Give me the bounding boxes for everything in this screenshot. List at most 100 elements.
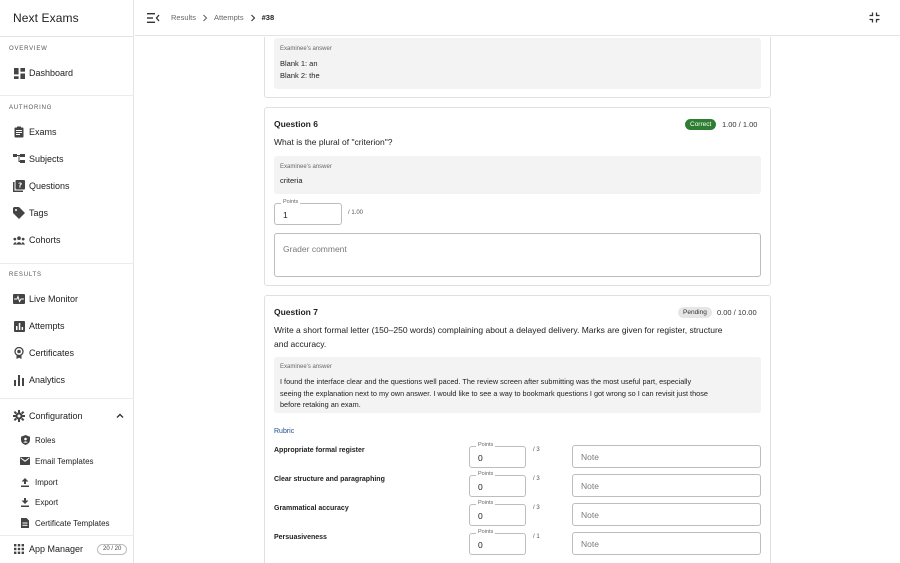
- sidebar-item-import[interactable]: Import: [20, 474, 58, 490]
- question-title: Question 7: [274, 307, 318, 317]
- note-placeholder: Note: [581, 510, 599, 520]
- status-badge-correct: Correct: [685, 119, 717, 130]
- note-placeholder: Note: [581, 452, 599, 462]
- points-value: 0: [478, 540, 483, 550]
- sidebar-item-label: Exams: [29, 127, 57, 137]
- exit-fullscreen-icon[interactable]: [869, 12, 880, 23]
- sidebar-item-attempts[interactable]: Attempts: [13, 318, 65, 334]
- answer-line: Blank 2: the: [280, 71, 320, 80]
- breadcrumb: Results Attempts #38: [171, 13, 274, 22]
- question-prompt: What is the plural of "criterion"?: [274, 137, 393, 147]
- answer-label: Examinee's answer: [280, 364, 332, 370]
- answer-label: Examinee's answer: [280, 164, 332, 170]
- rubric-note-field[interactable]: Note: [572, 532, 761, 555]
- points-label: Points: [476, 471, 496, 477]
- sidebar-item-label: Cohorts: [29, 235, 61, 245]
- question-prompt: Write a short formal letter (150–250 wor…: [274, 325, 723, 335]
- chevron-right-icon: [203, 14, 208, 21]
- sidebar: Next Exams OVERVIEW Dashboard AUTHORING …: [0, 0, 134, 563]
- sidebar-item-label: Certificates: [29, 348, 75, 358]
- groups-icon: [13, 234, 25, 246]
- breadcrumb-current: #38: [261, 13, 275, 22]
- grid-icon: [13, 543, 25, 555]
- section-label-results: RESULTS: [9, 272, 42, 278]
- analytics-icon: [13, 374, 25, 386]
- sidebar-item-export[interactable]: Export: [20, 494, 58, 510]
- grader-comment-field[interactable]: Grader comment: [274, 233, 761, 277]
- section-divider: [0, 95, 134, 96]
- bar-chart-icon: [13, 320, 25, 332]
- rubric-note-field[interactable]: Note: [572, 445, 761, 468]
- answer-label: Examinee's answer: [280, 46, 332, 52]
- answer-text: criteria: [280, 176, 303, 185]
- dashboard-icon: [13, 67, 25, 79]
- sidebar-item-dashboard[interactable]: Dashboard: [13, 65, 73, 81]
- app-manager-count-badge: 20 / 20: [97, 544, 128, 555]
- breadcrumb-results[interactable]: Results: [171, 13, 196, 22]
- rubric-heading: Rubric: [274, 428, 295, 435]
- sidebar-item-label: Certificate Templates: [35, 518, 110, 528]
- sidebar-item-label: Export: [35, 497, 59, 507]
- rubric-criterion: Persuasiveness: [274, 534, 327, 541]
- sidebar-item-questions[interactable]: ? Questions: [13, 178, 70, 194]
- sidebar-item-label: Dashboard: [29, 68, 74, 78]
- answer-box: Examinee's answer Blank 1: an Blank 2: t…: [274, 38, 761, 89]
- rubric-criterion: Grammatical accuracy: [274, 505, 349, 512]
- points-label: Points: [476, 442, 496, 448]
- question-card-7: Question 7 Pending 0.00 / 10.00 Write a …: [264, 295, 771, 563]
- sidebar-item-label: Email Templates: [35, 456, 94, 466]
- sidebar-item-exams[interactable]: Exams: [13, 124, 57, 140]
- quiz-icon: ?: [13, 180, 25, 192]
- sidebar-item-label: Live Monitor: [29, 294, 79, 304]
- rubric-points-input[interactable]: Points 0: [469, 471, 526, 497]
- rubric-criterion: Clear structure and paragraphing: [274, 476, 385, 483]
- question-prompt: and accuracy.: [274, 339, 327, 349]
- svg-text:?: ?: [18, 182, 22, 190]
- sidebar-item-label: Configuration: [29, 411, 83, 421]
- sidebar-item-cohorts[interactable]: Cohorts: [13, 232, 61, 248]
- sidebar-item-label: Subjects: [29, 154, 64, 164]
- points-value: 0: [478, 482, 483, 492]
- grader-comment-placeholder: Grader comment: [283, 244, 347, 254]
- shield-icon: [20, 435, 30, 445]
- rubric-note-field[interactable]: Note: [572, 474, 761, 497]
- points-value: 1: [283, 210, 288, 220]
- sidebar-item-email-templates[interactable]: Email Templates: [20, 453, 94, 469]
- answer-box: Examinee's answer criteria: [274, 156, 761, 194]
- sidebar-item-analytics[interactable]: Analytics: [13, 372, 65, 388]
- sidebar-item-subjects[interactable]: Subjects: [13, 151, 64, 167]
- rubric-note-field[interactable]: Note: [572, 503, 761, 526]
- sidebar-item-live-monitor[interactable]: Live Monitor: [13, 291, 78, 307]
- section-label-authoring: AUTHORING: [9, 105, 53, 111]
- sidebar-item-label: App Manager: [29, 544, 84, 554]
- sidebar-item-certificates[interactable]: Certificates: [13, 345, 74, 361]
- points-value: 0: [478, 511, 483, 521]
- sidebar-item-label: Import: [35, 477, 58, 487]
- chevron-right-icon: [250, 14, 255, 21]
- section-divider: [0, 535, 134, 536]
- question-score: 0.00 / 10.00: [717, 308, 757, 317]
- points-label: Points: [281, 199, 301, 205]
- sidebar-item-configuration[interactable]: Configuration: [13, 408, 83, 424]
- sidebar-item-app-manager[interactable]: App Manager: [13, 541, 83, 557]
- note-placeholder: Note: [581, 481, 599, 491]
- question-title: Question 6: [274, 119, 318, 129]
- breadcrumb-attempts[interactable]: Attempts: [214, 13, 244, 22]
- answer-line: Blank 1: an: [280, 59, 318, 68]
- clipboard-icon: [13, 126, 25, 138]
- chevron-up-icon[interactable]: [115, 411, 125, 421]
- points-label: Points: [476, 529, 496, 535]
- sidebar-item-tags[interactable]: Tags: [13, 205, 48, 221]
- sidebar-item-certificate-templates[interactable]: Certificate Templates: [20, 515, 110, 531]
- menu-collapse-icon[interactable]: [147, 12, 160, 24]
- rubric-points-input[interactable]: Points 0: [469, 500, 526, 526]
- points-input[interactable]: Points 1: [274, 199, 342, 225]
- rubric-points-input[interactable]: Points 0: [469, 529, 526, 555]
- main-content: Examinee's answer Blank 1: an Blank 2: t…: [135, 37, 900, 563]
- question-card-6: Question 6 Correct 1.00 / 1.00 What is t…: [264, 107, 771, 286]
- rubric-points-input[interactable]: Points 0: [469, 442, 526, 468]
- sidebar-item-roles[interactable]: Roles: [20, 432, 55, 448]
- sidebar-item-label: Attempts: [29, 321, 65, 331]
- award-icon: [13, 347, 25, 359]
- section-divider: [0, 398, 134, 399]
